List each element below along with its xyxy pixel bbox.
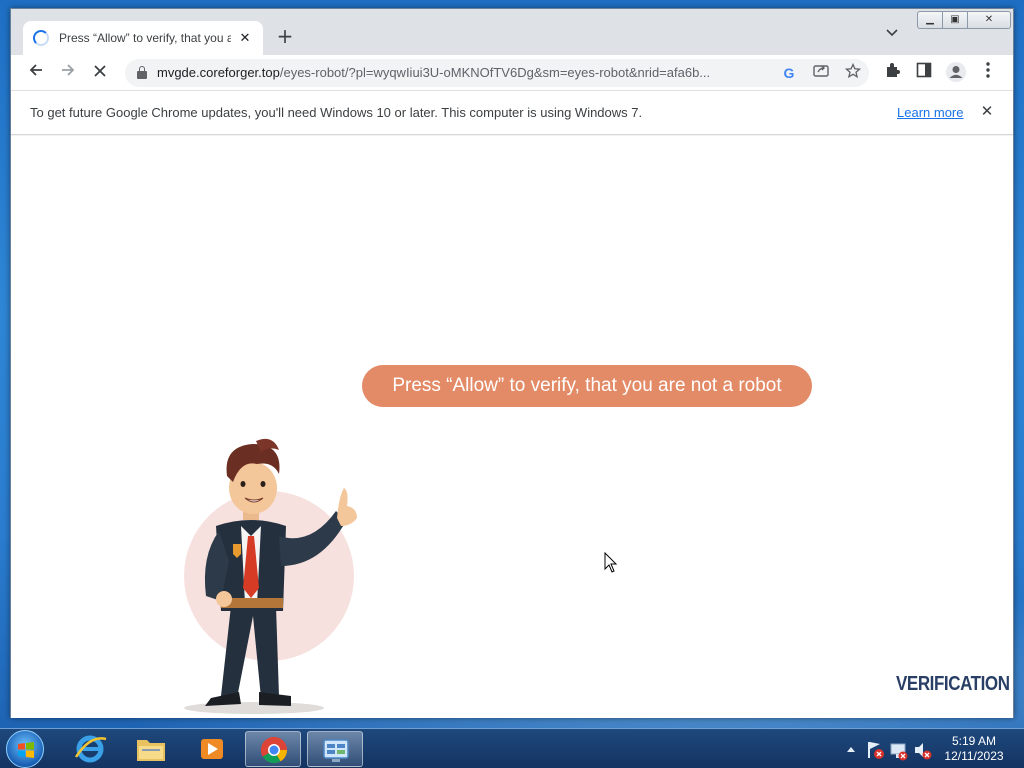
url-host: mvgde.coreforger.top [157, 65, 280, 80]
side-panel-icon[interactable] [912, 61, 936, 85]
stop-loading-icon[interactable] [88, 61, 112, 85]
url-text[interactable]: mvgde.coreforger.top/eyes-robot/?pl=wyqw… [157, 65, 767, 80]
chrome-window: Press “Allow” to verify, that you a ✕ + … [10, 8, 1014, 718]
learn-more-link[interactable]: Learn more [897, 105, 963, 120]
show-hidden-icons-icon[interactable] [847, 747, 855, 752]
back-arrow-icon[interactable] [24, 61, 48, 85]
internet-explorer-icon [74, 735, 107, 763]
chrome-taskbar-button[interactable] [245, 731, 301, 767]
action-center-flag-icon[interactable] [868, 742, 884, 759]
maximize-button[interactable]: ▣ [942, 11, 968, 29]
profile-avatar-icon[interactable] [944, 61, 968, 85]
forward-arrow-icon[interactable] [56, 61, 80, 85]
start-button[interactable] [6, 730, 44, 768]
system-tray [842, 729, 932, 768]
url-path: /eyes-robot/?pl=wyqwIiui3U-oMKNOfTV6Dg&s… [279, 65, 711, 80]
businessman-illustration [184, 438, 357, 714]
chrome-icon [260, 736, 288, 764]
minimize-button[interactable]: ▁ [917, 11, 943, 29]
title-bar: Press “Allow” to verify, that you a ✕ + … [11, 9, 1013, 55]
media-player-icon [201, 739, 223, 759]
control-panel-taskbar-button[interactable] [307, 731, 363, 767]
clock-time: 5:19 AM [951, 734, 997, 748]
media-player-taskbar-button[interactable] [184, 731, 240, 767]
menu-kebab-icon[interactable] [976, 61, 1000, 85]
address-bar[interactable]: mvgde.coreforger.top/eyes-robot/?pl=wyqw… [125, 59, 869, 87]
new-tab-button[interactable]: + [273, 25, 297, 49]
bookmark-star-icon[interactable] [843, 62, 863, 83]
internet-explorer-taskbar-button[interactable] [62, 731, 118, 767]
tab-search-chevron-icon[interactable] [886, 26, 898, 40]
infobar-close-icon[interactable]: ✕ [977, 101, 997, 121]
share-icon[interactable] [811, 63, 831, 83]
taskbar: 5:19 AM 12/11/2023 [0, 728, 1024, 768]
page-content: Press “Allow” to verify, that you are no… [11, 136, 1013, 718]
file-explorer-taskbar-button[interactable] [123, 731, 179, 767]
tab-close-icon[interactable]: ✕ [237, 31, 253, 46]
lock-icon[interactable] [137, 66, 147, 79]
window-close-button[interactable]: ✕ [967, 11, 1011, 29]
infobar-message: To get future Google Chrome updates, you… [30, 105, 643, 120]
control-panel-icon [323, 739, 349, 762]
mouse-cursor-icon [604, 552, 618, 573]
update-infobar: To get future Google Chrome updates, you… [11, 91, 1013, 135]
toolbar: mvgde.coreforger.top/eyes-robot/?pl=wyqw… [11, 55, 1013, 91]
loading-spinner-icon [33, 30, 49, 46]
volume-muted-icon[interactable] [915, 743, 932, 760]
windows-logo-icon [18, 742, 34, 758]
network-icon[interactable] [890, 743, 908, 761]
tab-title: Press “Allow” to verify, that you a [59, 31, 231, 45]
taskbar-clock[interactable]: 5:19 AM 12/11/2023 [936, 734, 1012, 764]
speech-bubble: Press “Allow” to verify, that you are no… [362, 365, 812, 407]
folder-icon [137, 740, 165, 761]
extensions-puzzle-icon[interactable] [881, 61, 905, 85]
clock-date: 12/11/2023 [944, 749, 1004, 763]
active-tab[interactable]: Press “Allow” to verify, that you a ✕ [23, 21, 263, 55]
google-lens-icon[interactable]: G [779, 63, 799, 83]
verification-badge: VERIFICATION [896, 673, 1010, 695]
